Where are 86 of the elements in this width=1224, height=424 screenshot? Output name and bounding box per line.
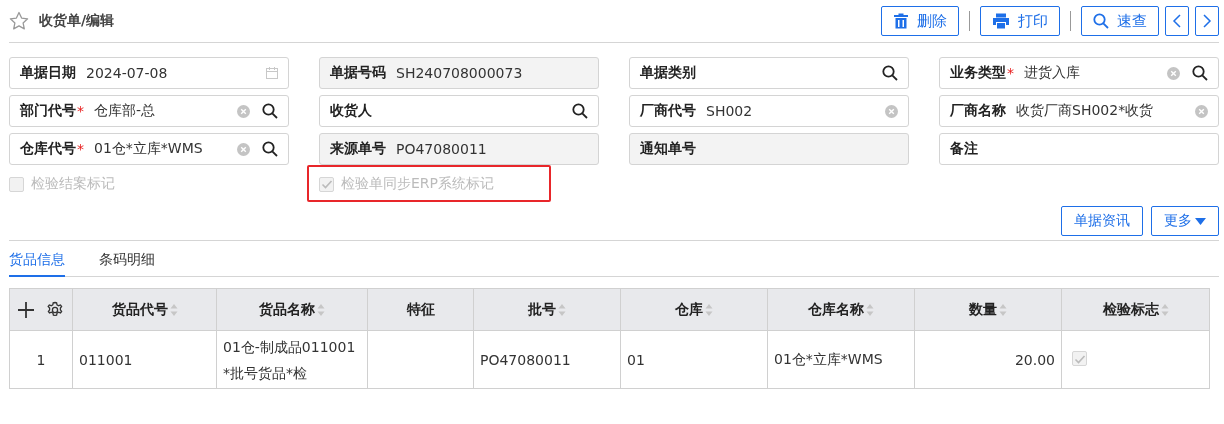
sort-icon[interactable] [999,302,1007,317]
delete-button[interactable]: 删除 [881,6,959,36]
trash-icon [893,13,909,29]
sort-icon[interactable] [558,302,566,317]
table-cell: 01仓*立库*WMS [767,330,915,389]
printer-icon [992,13,1010,29]
clear-icon[interactable] [237,104,250,118]
field-label: 收货人 [330,102,372,120]
chevron-right-icon [1202,14,1212,28]
field-label: 部门代号 [20,102,76,120]
previous-button[interactable] [1165,6,1189,36]
field-label: 通知单号 [640,140,696,158]
input-field[interactable]: 厂商名称 收货厂商SH002*收货 [939,95,1219,127]
input-field[interactable]: 单据类别 [629,57,909,89]
document-info-button[interactable]: 单据资讯 [1061,206,1143,236]
field-value: SH002 [706,103,754,119]
field-label: 单据日期 [20,64,76,82]
field-value: 2024-07-08 [86,65,169,81]
caret-icon [1195,217,1206,225]
field-value: 仓库部-总 [94,102,157,120]
clear-icon[interactable] [1195,104,1208,118]
calendar-icon[interactable] [266,67,278,79]
input-field[interactable]: 收货人 [319,95,599,127]
chevron-left-icon [1172,14,1182,28]
field-label: 单据号码 [330,64,386,82]
input-field[interactable]: 备注 [939,133,1219,165]
table-cell: PO47080011 [473,330,621,389]
column-header: 特征 [406,300,435,319]
search-icon[interactable] [572,103,588,119]
column-header[interactable]: 仓库名称 [808,300,864,319]
column-header[interactable]: 检验标志 [1102,300,1159,319]
field-label: 单据类别 [640,64,696,82]
input-field[interactable]: 仓库代号* 01仓*立库*WMS [9,133,289,165]
plus-icon[interactable] [18,301,34,318]
column-header[interactable]: 仓库 [675,300,703,319]
checkbox-label: 检验单同步ERP系统标记 [341,175,494,193]
clear-icon[interactable] [1167,66,1180,80]
column-header[interactable]: 货品代号 [111,300,168,319]
field-label: 来源单号 [330,140,386,158]
quick-search-button[interactable]: 速查 [1081,6,1159,36]
search-icon[interactable] [1192,65,1208,81]
settings-icon[interactable] [46,300,64,319]
print-button[interactable]: 打印 [980,6,1060,36]
page-title: 收货单/编辑 [39,12,115,30]
column-header[interactable]: 货品名称 [259,300,315,319]
sort-icon[interactable] [866,302,874,317]
clear-icon[interactable] [237,142,250,156]
field-label: 业务类型 [950,64,1006,82]
sort-icon[interactable] [169,302,178,317]
column-header[interactable]: 批号 [528,300,556,319]
sort-icon[interactable] [1160,302,1169,317]
sort-icon[interactable] [705,302,713,317]
table-cell: 20.00 [914,330,1062,389]
field-label: 厂商名称 [950,102,1006,120]
input-field[interactable]: 厂商代号 SH002 [629,95,909,127]
input-field[interactable]: 单据日期 2024-07-08 [9,57,289,89]
required-mark: * [77,103,84,119]
field-value: 01仓*立库*WMS [94,140,204,158]
checkbox-label: 检验结案标记 [31,175,115,193]
clear-icon[interactable] [885,104,898,118]
table-cell: 01 [620,330,768,389]
search-icon [1093,13,1109,29]
field-label: 备注 [950,140,978,158]
tab[interactable]: 条码明细 [99,251,155,277]
table-cell: 011001 [72,330,217,389]
next-button[interactable] [1195,6,1219,36]
search-icon[interactable] [262,103,278,119]
field-value: 收货厂商SH002*收货 [1016,102,1155,120]
tab[interactable]: 货品信息 [9,251,65,277]
sort-icon[interactable] [317,302,325,317]
search-icon[interactable] [262,141,278,157]
star-icon[interactable] [9,11,29,31]
more-dropdown[interactable]: 更多 [1151,206,1219,236]
table-cell: 01仓-制成品011001 *批号货品*检 [216,330,368,389]
field-label: 厂商代号 [640,102,696,120]
field-value: 进货入库 [1024,64,1081,82]
required-mark: * [1007,65,1014,81]
field-value: PO47080011 [396,141,488,157]
input-field[interactable]: 业务类型* 进货入库 [939,57,1219,89]
search-icon[interactable] [882,65,898,81]
required-mark: * [77,141,84,157]
row-number: 1 [9,330,73,389]
column-header[interactable]: 数量 [969,300,997,319]
input-field[interactable]: 部门代号* 仓库部-总 [9,95,289,127]
field-label: 仓库代号 [20,140,76,158]
field-value: SH240708000073 [396,65,524,81]
